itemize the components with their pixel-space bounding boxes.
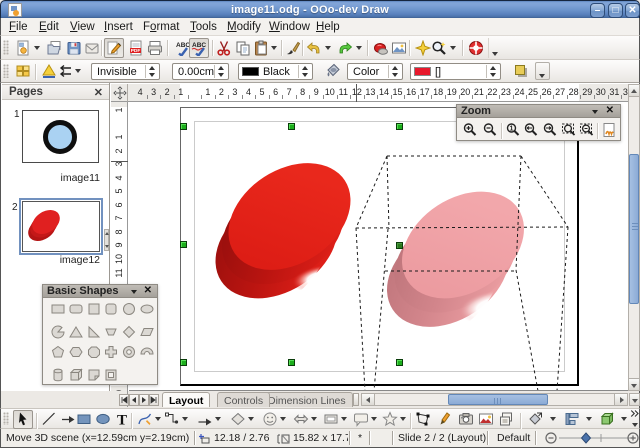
- svg-text:PDF: PDF: [131, 48, 141, 54]
- svg-text:1: 1: [510, 126, 514, 133]
- svg-text:T: T: [117, 413, 127, 428]
